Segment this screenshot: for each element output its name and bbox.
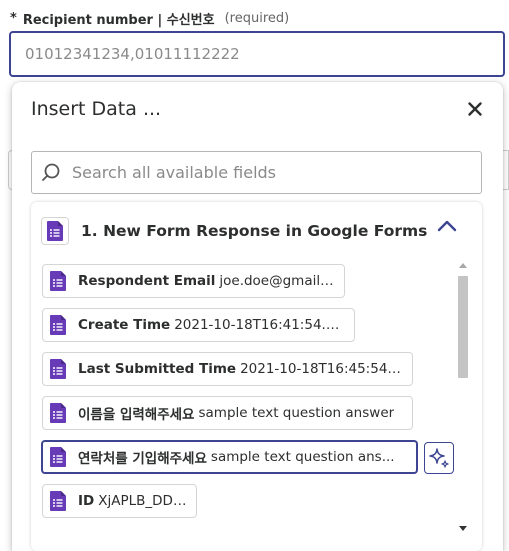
field-key: ID xyxy=(78,493,95,509)
search-placeholder: Search all available fields xyxy=(72,163,276,182)
field-pill[interactable]: Respondent Emailjoe.doe@gmail.com xyxy=(42,264,345,298)
google-forms-section: 1. New Form Response in Google Forms Res… xyxy=(31,202,482,551)
google-forms-icon xyxy=(50,271,66,291)
field-pill[interactable]: 연락처를 기입해주세요 sample text question ans... xyxy=(41,440,418,474)
field-pill[interactable]: 이름을 입력해주세요 sample text question answer xyxy=(42,396,413,430)
close-button[interactable] xyxy=(465,99,485,119)
search-icon xyxy=(40,162,62,184)
field-key: Last Submitted Time xyxy=(78,361,237,377)
google-forms-icon xyxy=(50,359,66,379)
popover-title: Insert Data ... xyxy=(31,98,162,120)
scroll-down-arrow-icon[interactable] xyxy=(459,524,467,532)
google-forms-icon xyxy=(50,403,66,423)
field-key: 이름을 입력해주세요 xyxy=(78,407,195,423)
google-forms-icon xyxy=(50,447,66,467)
field-pill[interactable]: Create Time 2021-10-18T16:41:54.759Z xyxy=(42,308,355,342)
ai-suggest-button[interactable] xyxy=(424,442,454,474)
field-value: sample text question answer xyxy=(198,405,395,421)
field-list: Respondent Emailjoe.doe@gmail.com Create … xyxy=(31,202,482,551)
google-forms-icon xyxy=(50,491,66,511)
field-value: sample text question ans... xyxy=(210,449,395,465)
scroll-thumb[interactable] xyxy=(458,276,468,378)
field-value: XjAPLB_DDSs xyxy=(98,493,188,509)
field-label-text: Recipient number | 수신번호 xyxy=(22,13,215,28)
field-value: joe.doe@gmail.com xyxy=(219,273,336,289)
field-value: 2021-10-18T16:45:54.759Z xyxy=(240,361,404,377)
field-pill[interactable]: Last Submitted Time 2021-10-18T16:45:54.7… xyxy=(42,352,413,386)
scroll-up-arrow-icon[interactable] xyxy=(459,262,467,270)
google-forms-icon xyxy=(50,315,66,335)
recipient-number-label: * Recipient number | 수신번호 (required) xyxy=(10,9,289,28)
field-pill[interactable]: ID XjAPLB_DDSs xyxy=(42,484,197,518)
insert-data-popover: Insert Data ... Search all available fie… xyxy=(12,82,503,551)
field-key: 연락처를 기입해주세요 xyxy=(78,451,207,467)
recipient-number-input[interactable]: 01012341234,01011112222 xyxy=(9,31,505,77)
search-fields-input[interactable]: Search all available fields xyxy=(31,151,482,194)
required-asterisk: * xyxy=(10,11,17,26)
field-key: Respondent Email xyxy=(78,273,216,289)
required-hint: (required) xyxy=(224,11,290,26)
recipient-number-placeholder: 01012341234,01011112222 xyxy=(25,45,240,63)
field-key: Create Time xyxy=(78,317,171,333)
sparkle-icon xyxy=(429,448,449,468)
close-icon xyxy=(468,102,482,116)
field-list-scrollbar[interactable] xyxy=(456,262,470,538)
field-value: 2021-10-18T16:41:54.759Z xyxy=(174,317,346,333)
